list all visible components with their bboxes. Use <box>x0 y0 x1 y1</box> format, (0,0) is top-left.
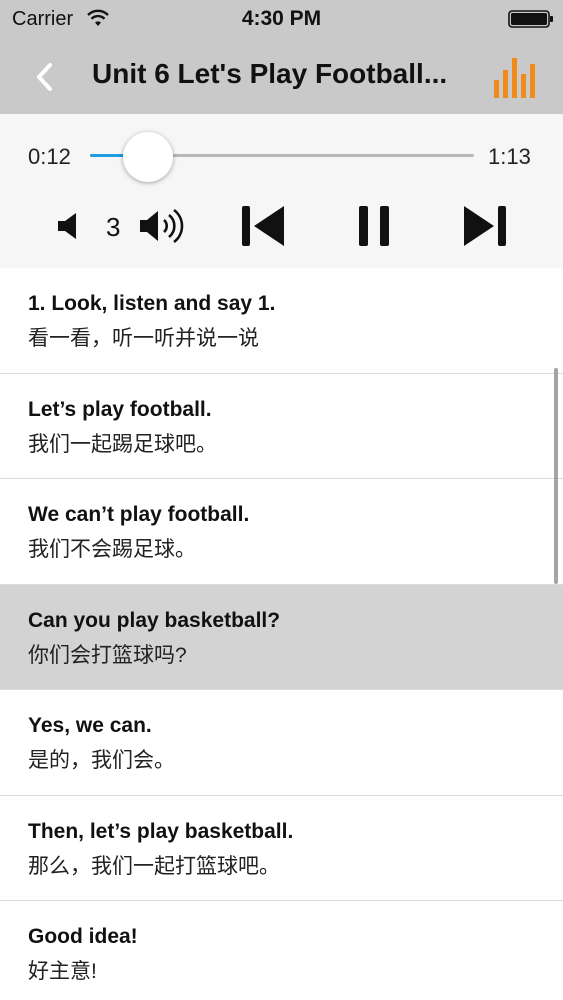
lyric-item[interactable]: Yes, we can. 是的，我们会。 <box>0 690 563 796</box>
battery-icon <box>508 10 553 28</box>
elapsed-time: 0:12 <box>28 144 71 169</box>
pause-icon[interactable] <box>356 204 392 248</box>
status-bar: Carrier 4:30 PM <box>0 0 563 40</box>
lyric-item[interactable]: 1. Look, listen and say 1. 看一看，听一听并说一说 <box>0 268 563 374</box>
volume-down-icon[interactable] <box>56 210 82 242</box>
lyric-chinese: 是的，我们会。 <box>28 749 175 772</box>
lyric-item[interactable]: Let’s play football. 我们一起踢足球吧。 <box>0 373 563 479</box>
page-title: Unit 6 Let's Play Football... <box>92 58 448 89</box>
scrollbar[interactable] <box>554 368 558 584</box>
lyric-english: Good idea! <box>28 925 138 948</box>
lyric-chinese: 好主意! <box>28 960 97 983</box>
navigation-bar: Unit 6 Let's Play Football... <box>0 40 563 114</box>
lyric-chinese: 我们一起踢足球吧。 <box>28 432 217 456</box>
progress-slider[interactable] <box>90 132 474 182</box>
total-time: 1:13 <box>488 144 531 169</box>
lyric-english: Yes, we can. <box>28 714 152 737</box>
volume-up-icon[interactable] <box>138 206 190 246</box>
lyric-english: Can you play basketball? <box>28 608 281 632</box>
lyric-chinese: 那么，我们一起打篮球吧。 <box>28 854 280 878</box>
lyric-item[interactable]: We can’t play football. 我们不会踢足球。 <box>0 479 563 585</box>
volume-level: 3 <box>106 212 121 242</box>
equalizer-icon[interactable] <box>492 56 538 98</box>
lyric-english: Let’s play football. <box>28 397 212 421</box>
lyric-english: We can’t play football. <box>28 503 250 526</box>
previous-track-icon[interactable] <box>240 204 286 248</box>
lyric-english: Then, let’s play basketball. <box>28 819 294 843</box>
lyric-item[interactable]: Good idea! 好主意! <box>0 901 563 1000</box>
lyric-chinese: 看一看，听一听并说一说 <box>28 327 259 350</box>
lyric-chinese: 你们会打篮球吗? <box>28 643 187 667</box>
lyric-chinese: 我们不会踢足球。 <box>28 538 196 561</box>
next-track-icon[interactable] <box>462 204 508 248</box>
lyric-item[interactable]: Can you play basketball? 你们会打篮球吗? <box>0 584 563 690</box>
back-chevron-icon[interactable] <box>32 60 58 94</box>
slider-thumb[interactable] <box>122 132 173 182</box>
lyrics-list[interactable]: 1. Look, listen and say 1. 看一看，听一听并说一说 L… <box>0 268 563 1000</box>
status-time: 4:30 PM <box>241 7 322 30</box>
audio-player: 0:12 1:13 3 <box>0 114 563 268</box>
lyric-item[interactable]: Then, let’s play basketball. 那么，我们一起打篮球吧… <box>0 795 563 901</box>
lyric-english: 1. Look, listen and say 1. <box>28 292 276 315</box>
